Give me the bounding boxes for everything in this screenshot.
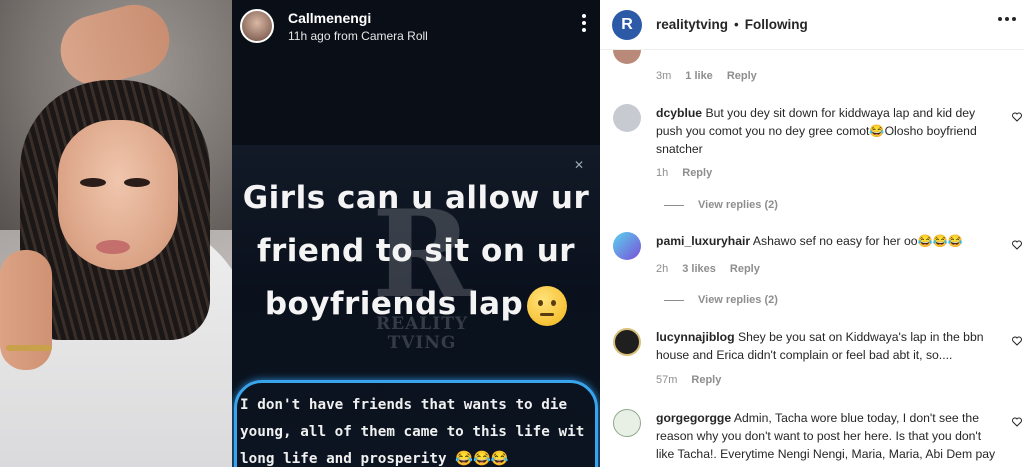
caption-line-3: boyfriends lap [232, 278, 600, 331]
view-replies-button[interactable]: View replies (2) [664, 199, 778, 211]
profile-photo [0, 0, 232, 467]
photo-eye-left [80, 178, 106, 187]
reply-button[interactable]: Reply [727, 70, 757, 82]
comment-time: 57m [656, 374, 678, 386]
comment-avatar[interactable] [613, 104, 641, 132]
comment-body: dcyblue But you dey sit down for kiddway… [656, 104, 996, 158]
post-header-text: realitytving • Following [656, 17, 808, 32]
comment-meta: 1h Reply [656, 167, 712, 179]
reply-button[interactable]: Reply [691, 374, 721, 386]
photo-hand [0, 250, 52, 370]
comment-avatar[interactable] [613, 328, 641, 356]
story-header: Callmenengi 11h ago from Camera Roll [232, 0, 600, 52]
comment-meta: 57m Reply [656, 374, 721, 386]
heart-icon[interactable] [1012, 417, 1022, 427]
photo-lips [96, 240, 130, 254]
heart-icon[interactable] [1012, 336, 1022, 346]
comment-body: pami_luxuryhair Ashawo sef no easy for h… [656, 232, 996, 250]
watermark-text-2: TVING [387, 333, 457, 353]
story-caption: Girls can u allow ur friend to sit on ur… [232, 172, 600, 331]
account-name[interactable]: realitytving [656, 17, 728, 32]
comment-text: But you dey sit down for kiddwaya lap an… [656, 106, 977, 156]
comment-username[interactable]: dcyblue [656, 106, 702, 120]
story-meta: Callmenengi 11h ago from Camera Roll [288, 10, 428, 43]
reply-button[interactable]: Reply [730, 263, 760, 275]
photo-eye-right [124, 178, 150, 187]
story-subtitle: 11h ago from Camera Roll [288, 28, 428, 43]
story-panel: Callmenengi 11h ago from Camera Roll ✕ R… [232, 0, 600, 467]
comment-body: gorgegorgge Admin, Tacha wore blue today… [656, 409, 996, 463]
comment-meta: 2h 3 likes Reply [656, 263, 760, 275]
more-options-icon[interactable] [998, 17, 1016, 21]
comment-username[interactable]: pami_luxuryhair [656, 234, 750, 248]
close-icon: ✕ [573, 158, 584, 172]
comment-avatar[interactable] [613, 409, 641, 437]
post-header: R realitytving • Following [600, 0, 1024, 50]
comment-likes[interactable]: 3 likes [682, 263, 716, 275]
comment-time: 2h [656, 263, 669, 275]
comment-meta: 3m 1 like Reply [656, 70, 757, 82]
comment-username[interactable]: gorgegorgge [656, 411, 731, 425]
reply-line-2: young, all of them came to this life wit [240, 424, 585, 440]
reply-line-1: I don't have friends that wants to die [240, 397, 568, 413]
follow-button[interactable]: Following [745, 17, 808, 32]
caption-line-1: Girls can u allow ur [242, 180, 590, 216]
header-separator: • [734, 17, 739, 32]
reply-button[interactable]: Reply [682, 167, 712, 179]
heart-icon[interactable] [1012, 112, 1022, 122]
comment-time: 3m [656, 70, 672, 82]
comment-time: 1h [656, 167, 669, 179]
awkward-emoji-icon [527, 285, 568, 326]
comment-body: lucynnajiblog Shey be you sat on Kiddway… [656, 328, 996, 364]
comment-avatar[interactable] [613, 232, 641, 260]
photo-bracelet [6, 345, 52, 351]
story-more-icon[interactable] [582, 14, 586, 32]
reply-text: I don't have friends that wants to die y… [240, 392, 595, 467]
comment-username[interactable]: lucynnajiblog [656, 330, 735, 344]
caption-line-2: friend to sit on ur [256, 233, 576, 269]
comment-text: Ashawo sef no easy for her oo😂😂😂 [752, 234, 964, 248]
account-avatar[interactable]: R [612, 9, 642, 40]
story-username[interactable]: Callmenengi [288, 10, 428, 26]
reply-line-3: long life and prosperity 😂😂😂 [240, 451, 509, 467]
story-avatar[interactable] [240, 9, 274, 43]
screenshot-root: Callmenengi 11h ago from Camera Roll ✕ R… [0, 0, 1024, 467]
heart-icon[interactable] [1012, 240, 1022, 250]
view-replies-button[interactable]: View replies (2) [664, 294, 778, 306]
comments-panel: R realitytving • Following 3m 1 like Reply… [600, 0, 1024, 467]
comment-likes[interactable]: 1 like [685, 70, 713, 82]
